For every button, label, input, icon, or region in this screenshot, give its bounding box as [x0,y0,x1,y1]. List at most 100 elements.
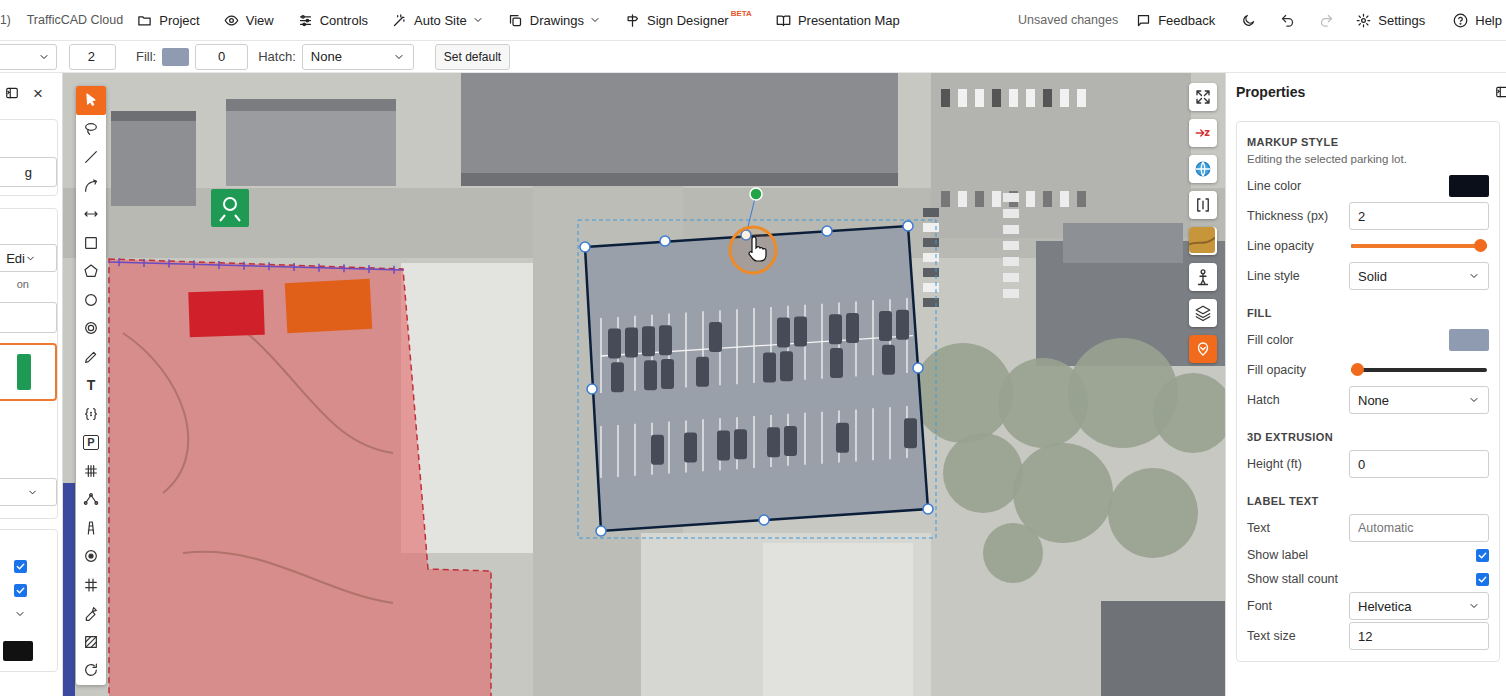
map-control-button[interactable] [1189,155,1217,183]
caret-icon [27,487,38,498]
tool-button[interactable] [76,143,106,172]
map-control-button[interactable] [1189,299,1217,327]
sign-card[interactable] [0,343,57,401]
graphic-part [1196,314,1210,321]
tool-icon [83,463,99,479]
map-control-button[interactable] [1189,335,1217,363]
tool-button[interactable] [76,286,106,315]
tool-button[interactable] [76,628,106,657]
undo-icon[interactable] [1280,13,1295,28]
tool-button[interactable] [76,314,106,343]
close-button[interactable]: × [33,85,43,102]
caret-icon [1468,270,1480,282]
checkbox[interactable] [1476,573,1489,586]
tool-button[interactable] [76,200,106,229]
select-field[interactable]: Helvetica [1349,592,1489,620]
map-control-button[interactable] [1189,119,1217,147]
tool-button[interactable] [76,172,106,201]
menu-item[interactable]: Sign DesignerBETA [625,13,752,28]
tool-button[interactable] [76,599,106,628]
tool-button[interactable]: T [76,371,106,400]
tool-button[interactable]: P [76,428,106,457]
slider-thumb[interactable] [1351,363,1364,376]
theme-button[interactable] [1241,13,1256,28]
number-input[interactable]: 12 [1349,622,1489,650]
number-input[interactable]: 0 [1349,450,1489,478]
graphic-part [211,189,249,227]
settings-button[interactable]: Settings [1356,13,1425,28]
check-icon [1477,550,1488,561]
graphic-part [109,262,403,270]
checkbox[interactable] [14,560,27,573]
tool-button[interactable] [76,229,106,258]
graphic-part [975,191,984,207]
mode-select[interactable]: Edi [0,244,57,272]
menu-item[interactable]: Controls [298,13,368,28]
tool-button[interactable] [76,400,106,429]
thickness-input[interactable]: 2 [69,44,116,70]
checkbox[interactable] [14,584,27,597]
graphic-part [1319,13,1334,28]
slider-track[interactable] [1351,244,1487,248]
graphic-part [139,16,150,24]
color-swatch[interactable] [1449,175,1489,197]
tool-button[interactable] [76,656,106,685]
slider-track[interactable] [1351,368,1487,372]
set-default-button[interactable]: Set default [435,44,510,70]
text-input[interactable] [1349,514,1489,542]
hatch-value: None [311,49,342,64]
graphic-part [118,258,120,266]
graphic-part [943,433,1023,513]
graphic-part [393,51,405,63]
graphic-part [668,422,669,474]
property-row: Line opacity [1247,231,1489,261]
menu-item[interactable]: Auto Site [392,13,484,28]
hatch-select[interactable]: None [302,44,414,70]
menu-item[interactable]: Presentation Map [776,13,900,28]
graphic-part [1241,13,1256,28]
select-field[interactable]: None [1349,386,1489,414]
map-control-button[interactable] [1189,227,1217,255]
slider-thumb[interactable] [1474,239,1487,252]
graphic-part [218,261,220,269]
graphic-part [86,551,97,562]
gear-icon [1356,13,1371,28]
left-field[interactable]: g [0,157,57,187]
tool-button[interactable] [76,115,106,144]
graphic-part [904,418,917,448]
number-input[interactable]: 2 [1349,202,1489,230]
line-style-select[interactable] [0,44,57,70]
graphic-part [784,426,797,456]
tool-button[interactable] [76,457,106,486]
feedback-button[interactable]: Feedback [1136,13,1215,28]
tool-button[interactable] [76,514,106,543]
help-button[interactable]: Help [1453,13,1502,28]
graphic-part [1201,270,1205,274]
left-select[interactable] [0,478,57,506]
tool-button[interactable] [76,542,106,571]
graphic-part [730,227,776,273]
menu-item[interactable]: Project [137,13,199,28]
left-input[interactable] [0,302,57,333]
redo-icon[interactable] [1319,13,1334,28]
tool-button[interactable] [76,343,106,372]
map-control-button[interactable] [1189,191,1217,219]
fill-swatch[interactable] [162,48,189,66]
checkbox[interactable] [1476,549,1489,562]
map-control-button[interactable] [1189,263,1217,291]
menu-item[interactable]: Drawings [508,13,601,28]
fill-opacity-input[interactable]: 0 [195,44,248,70]
property-row: Height (ft)0 [1247,449,1489,479]
tool-button[interactable] [76,485,106,514]
map-control-button[interactable] [1189,83,1217,111]
color-swatch[interactable] [1449,329,1489,351]
graphic-part [475,19,481,22]
map-canvas[interactable]: TP [63,73,1225,696]
tool-button[interactable] [76,86,106,115]
graphic-part [1197,91,1209,103]
select-field[interactable]: Solid [1349,262,1489,290]
tool-button[interactable] [76,571,106,600]
left-card: Edion [0,208,58,519]
tool-button[interactable] [76,257,106,286]
menu-item[interactable]: View [224,13,274,28]
